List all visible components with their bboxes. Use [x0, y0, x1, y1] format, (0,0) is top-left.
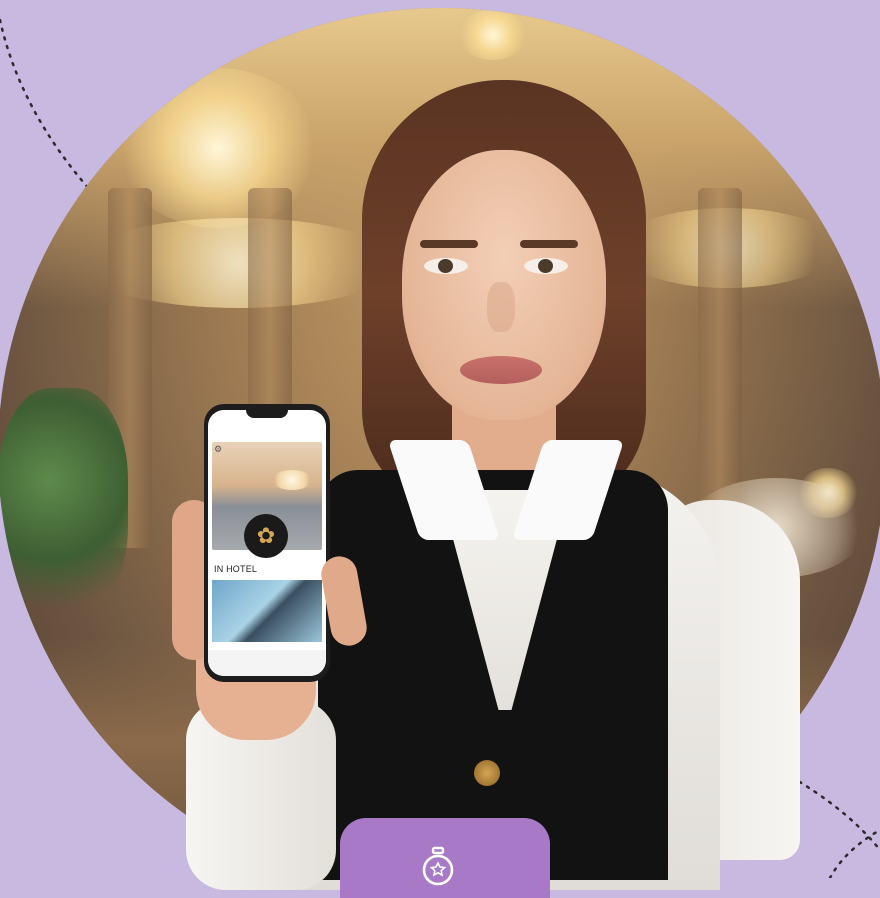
phone-notch: [246, 410, 288, 418]
sunset: [272, 470, 312, 490]
lotus-icon: ✿: [244, 514, 288, 558]
ceiling-light: [458, 10, 528, 60]
settings-icon[interactable]: ⚙: [214, 444, 222, 455]
phone-screen: ⚙ ✿ IN HOTEL: [208, 410, 326, 676]
vest-button: [474, 760, 500, 786]
screen-label: IN HOTEL: [214, 564, 258, 574]
plant: [0, 388, 128, 618]
eyebrow: [520, 240, 578, 248]
stopwatch-icon: [422, 846, 454, 886]
screen-bottom-bar: [208, 650, 326, 676]
nose: [487, 282, 515, 332]
lips: [460, 356, 542, 384]
eye: [524, 258, 568, 274]
eyebrow: [420, 240, 478, 248]
eye: [424, 258, 468, 274]
spa-image[interactable]: [212, 580, 322, 642]
